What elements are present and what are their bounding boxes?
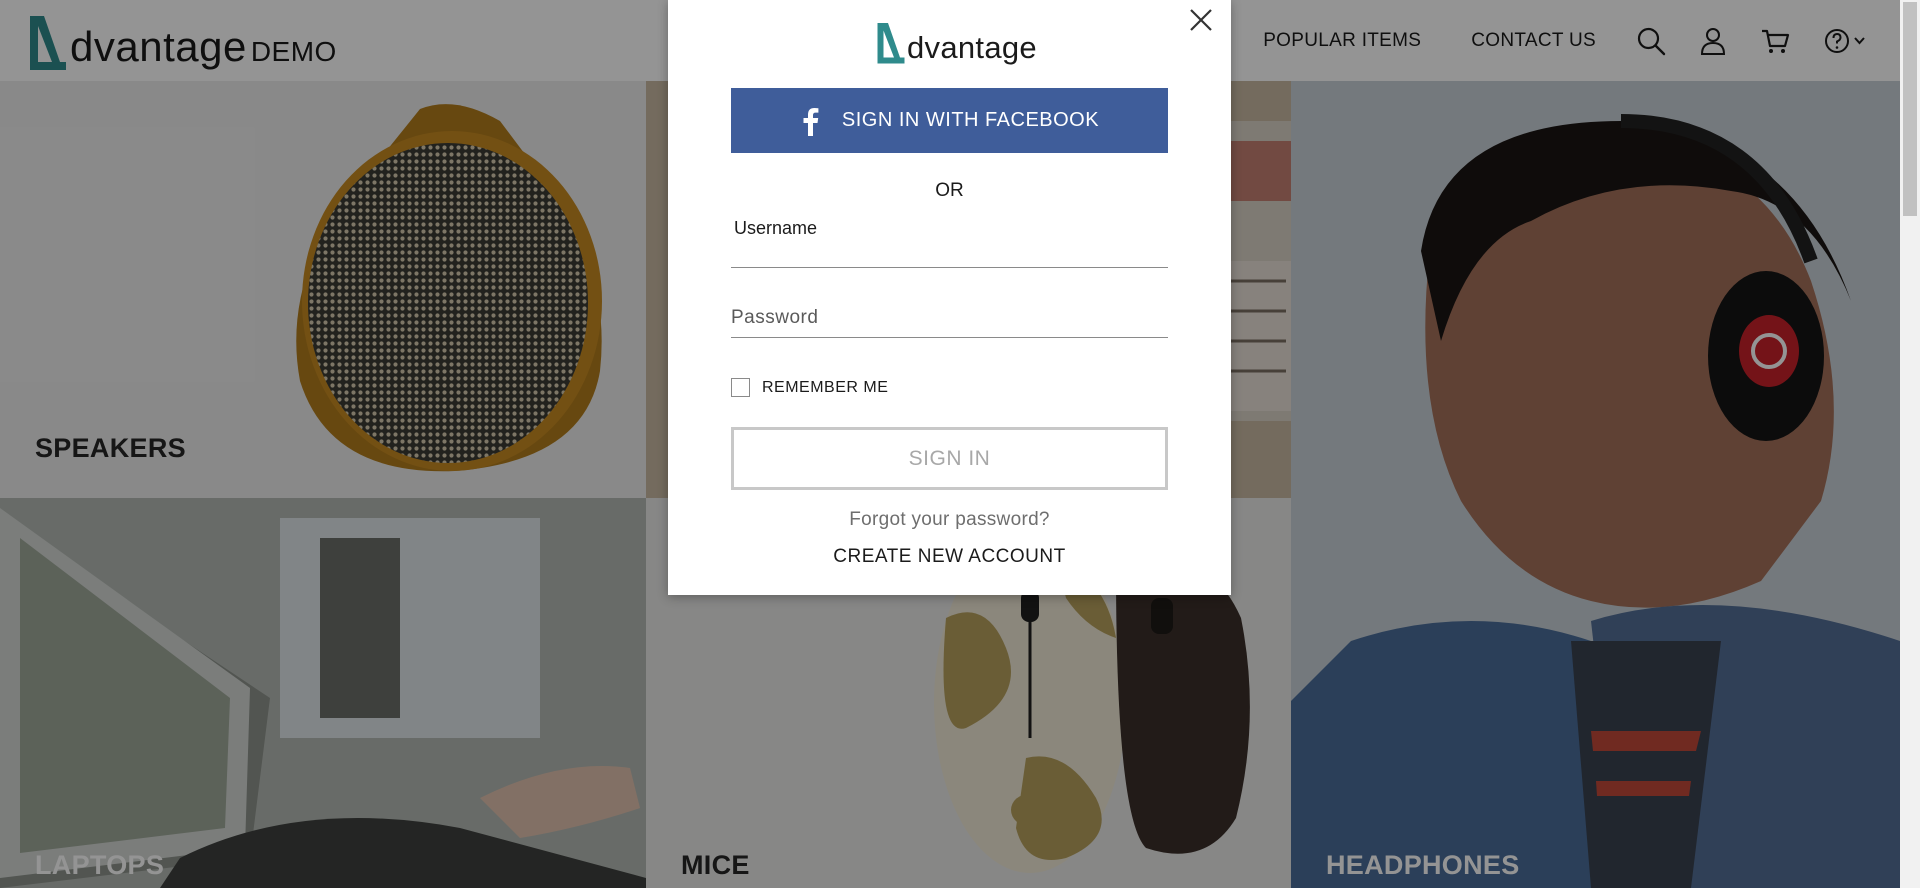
page-scrollbar[interactable]: [1900, 0, 1920, 888]
username-field[interactable]: Username: [731, 218, 1168, 268]
facebook-signin-label: SIGN IN WITH FACEBOOK: [841, 109, 1100, 131]
remember-me[interactable]: REMEMBER ME: [731, 378, 888, 397]
close-icon[interactable]: [1187, 6, 1215, 34]
signin-button[interactable]: SIGN IN: [731, 427, 1168, 490]
remember-me-checkbox[interactable]: [731, 378, 750, 397]
remember-me-label: REMEMBER ME: [762, 378, 889, 396]
facebook-icon: [803, 107, 819, 136]
modal-logo-wordmark: dvantage: [907, 30, 1037, 65]
password-field[interactable]: Password: [731, 303, 1168, 338]
modal-logo: dvantage: [876, 20, 1037, 64]
username-label: Username: [734, 218, 818, 238]
facebook-signin-button[interactable]: SIGN IN WITH FACEBOOK: [731, 88, 1168, 153]
or-separator: OR: [935, 180, 964, 201]
advantage-logo-mark: [877, 23, 905, 64]
forgot-password-link[interactable]: Forgot your password?: [668, 509, 1231, 531]
password-label: Password: [731, 307, 819, 328]
scrollbar-thumb[interactable]: [1903, 2, 1917, 216]
login-modal: dvantage SIGN IN WITH FACEBOOK OR Userna…: [668, 0, 1231, 595]
create-account-link[interactable]: CREATE NEW ACCOUNT: [668, 546, 1231, 568]
